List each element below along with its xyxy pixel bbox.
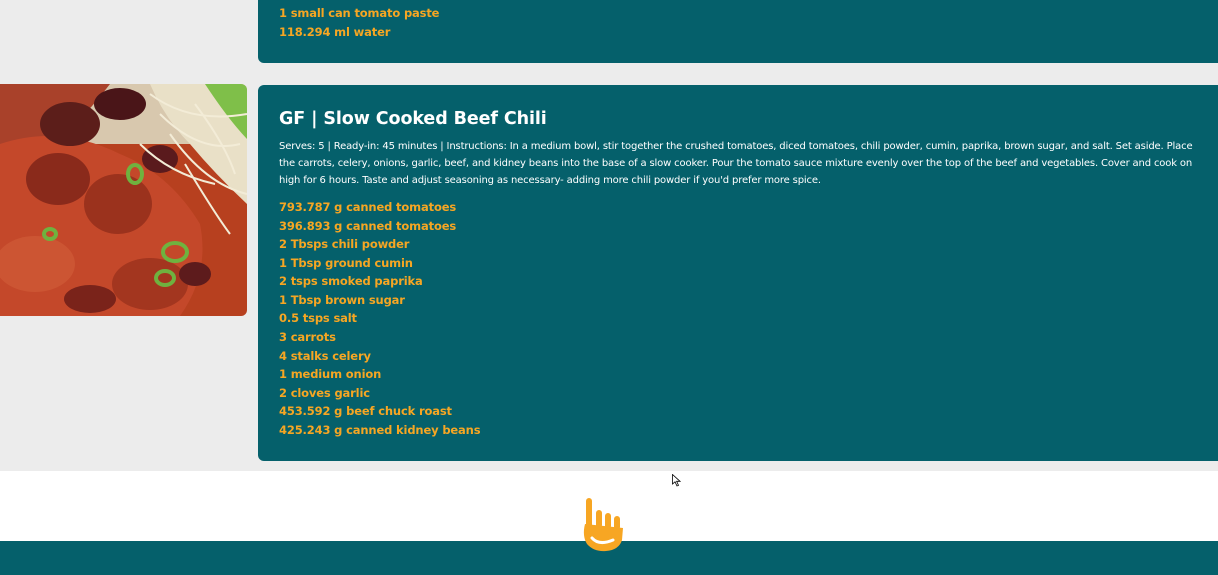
beef-chili-image [0, 84, 247, 316]
ingredient-item: 2 tsps smoked paprika [279, 274, 423, 288]
ingredient-item: 2 Tbsps chili powder [279, 237, 410, 251]
mouse-cursor-icon [672, 474, 681, 487]
ingredient-item: 1 Tbsp ground cumin [279, 255, 413, 270]
recipe-photo[interactable] [0, 84, 247, 316]
ingredient-item: 1 medium onion [279, 367, 382, 381]
recipe-title[interactable]: GF | Slow Cooked Beef Chili [279, 107, 547, 131]
recipe-description: Serves: 5 | Ready-in: 45 minutes | Instr… [279, 141, 1193, 186]
ingredient-item: 1 small can tomato paste [279, 6, 440, 20]
previous-recipe-card: 1 small can tomato paste 118.294 ml wate… [258, 0, 1218, 63]
ingredient-item: 1 Tbsp brown sugar [279, 292, 405, 307]
ingredient-item: 425.243 g canned kidney beans [279, 422, 481, 437]
ingredient-item: 453.592 g beef chuck roast [279, 404, 452, 418]
hand-pointing-up-icon[interactable] [579, 496, 625, 552]
ingredient-item: 793.787 g canned tomatoes [279, 200, 457, 214]
ingredient-item: 3 carrots [279, 330, 336, 344]
ingredient-item: 396.893 g canned tomatoes [279, 218, 457, 233]
ingredient-item: 118.294 ml water [279, 25, 391, 39]
ingredient-item: 2 cloves garlic [279, 385, 370, 400]
recipe-card: GF | Slow Cooked Beef Chili Serves: 5 | … [258, 85, 1218, 461]
ingredient-item: 4 stalks celery [279, 348, 371, 363]
ingredient-item: 0.5 tsps salt [279, 311, 357, 325]
